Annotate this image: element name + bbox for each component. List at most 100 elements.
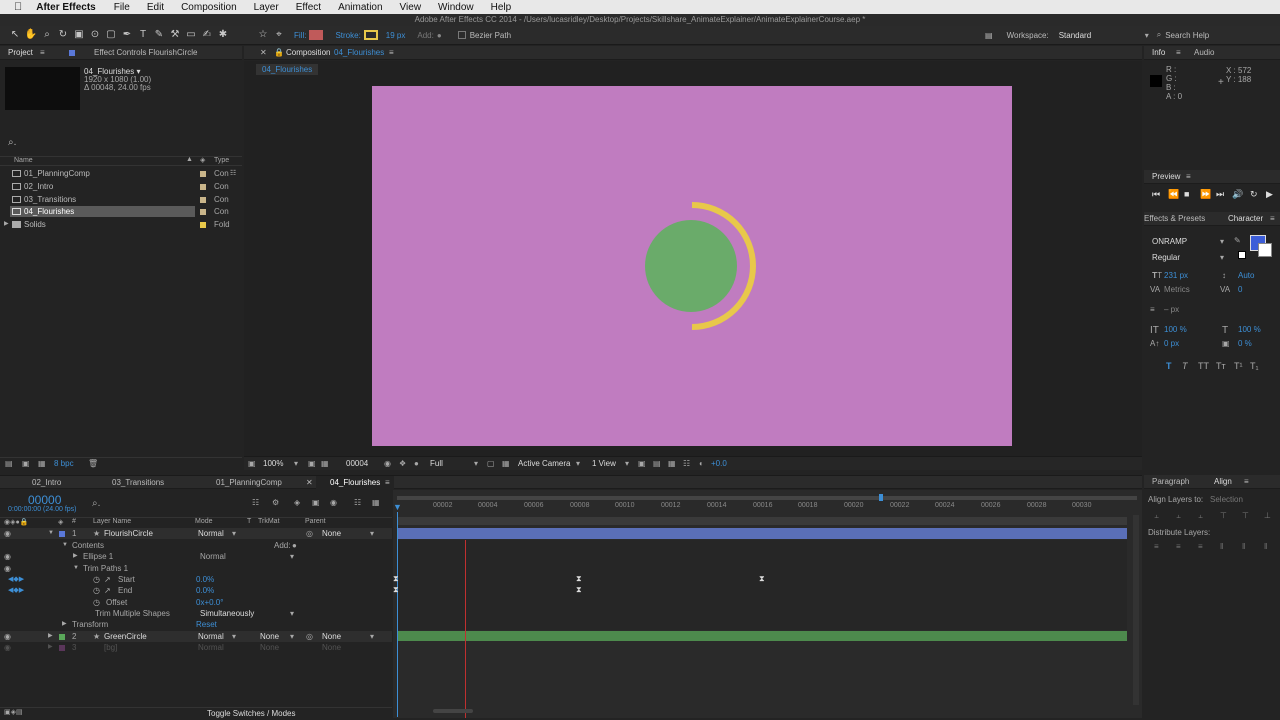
leading-value[interactable]: Auto bbox=[1238, 271, 1254, 280]
bpc-button[interactable]: 8 bpc bbox=[54, 459, 74, 468]
tab-composition-name[interactable]: 04_Flourishes bbox=[334, 46, 384, 60]
chevron-down-icon[interactable]: ▾ bbox=[232, 631, 236, 642]
faux-italic-icon[interactable]: T bbox=[1182, 361, 1188, 371]
pickwhip-icon[interactable]: ◎ bbox=[306, 528, 313, 539]
pickwhip-icon[interactable]: ◎ bbox=[306, 631, 313, 642]
apple-icon[interactable]:  bbox=[14, 1, 22, 13]
layer1-duration-bar[interactable] bbox=[397, 528, 1127, 539]
align-bottom-icon[interactable]: ⊥ bbox=[1264, 511, 1271, 520]
panel-menu-icon[interactable]: ≡ bbox=[1176, 46, 1181, 60]
property-row-contents[interactable]: ▼ Contents Add: ● bbox=[0, 540, 392, 551]
visibility-eye-icon[interactable]: ◉ bbox=[4, 563, 11, 574]
work-area-bar[interactable] bbox=[397, 496, 1137, 500]
safe-zones-icon[interactable]: ▣ bbox=[308, 457, 316, 470]
panel-menu-icon[interactable]: ≡ bbox=[1270, 212, 1275, 226]
keyframe-start-1[interactable]: ⧗ bbox=[393, 574, 399, 584]
stroke-width-value[interactable]: – px bbox=[1164, 305, 1179, 314]
flowchart-icon[interactable]: ☷ bbox=[230, 168, 236, 179]
layer-parent-select[interactable]: None bbox=[322, 642, 341, 653]
col-name[interactable]: Name bbox=[14, 157, 33, 164]
first-frame-icon[interactable]: ⏮ bbox=[1152, 189, 1160, 200]
zoom-tool-icon[interactable]: ⌕ bbox=[40, 28, 54, 42]
layer-row-greencircle[interactable]: ◉ ▶ 2 ★ GreenCircle Normal ▾ None ▾ ◎ No… bbox=[0, 631, 392, 642]
rotate-tool-icon[interactable]: ↻ bbox=[56, 28, 70, 42]
keyframe-start-3[interactable]: ⧗ bbox=[759, 574, 765, 584]
property-row-offset[interactable]: ◷ Offset 0x+0.0° bbox=[0, 597, 392, 608]
fast-previews-icon[interactable]: ▤ bbox=[653, 457, 661, 470]
add-button[interactable]: ● bbox=[292, 540, 297, 551]
blend-mode-select[interactable]: Normal bbox=[200, 551, 226, 562]
camera-snapshot-icon[interactable]: ◉ bbox=[384, 457, 391, 470]
timecode[interactable]: 00004 bbox=[346, 457, 368, 470]
current-time[interactable]: 00000 bbox=[28, 493, 61, 507]
expand-triangle-icon[interactable]: ▼ bbox=[73, 563, 79, 574]
faux-bold-icon[interactable]: T bbox=[1166, 361, 1172, 371]
green-circle[interactable] bbox=[645, 220, 737, 312]
property-row-start[interactable]: ◀◆▶ ◷ ↗ Start 0.0% bbox=[0, 574, 392, 585]
layer-mode-select[interactable]: Normal bbox=[198, 528, 224, 539]
property-value[interactable]: 0.0% bbox=[196, 574, 214, 585]
last-frame-icon[interactable]: ⏭ bbox=[1216, 189, 1224, 200]
baseline-shift-value[interactable]: 0 px bbox=[1164, 339, 1179, 348]
eraser-tool-icon[interactable]: ▭ bbox=[184, 28, 198, 42]
app-menu[interactable]: After Effects bbox=[36, 2, 95, 13]
expand-triangle-icon[interactable]: ▼ bbox=[48, 528, 54, 539]
panel-menu-icon[interactable]: ≡ bbox=[385, 476, 390, 490]
layer2-duration-bar[interactable] bbox=[397, 631, 1127, 641]
visibility-eye-icon[interactable]: ◉ bbox=[4, 551, 11, 562]
align-left-icon[interactable]: ⫠ bbox=[1154, 511, 1159, 521]
stroke-width-value[interactable]: 19 px bbox=[386, 31, 406, 40]
tsume-value[interactable]: 0 % bbox=[1238, 339, 1252, 348]
font-size-value[interactable]: 231 px bbox=[1164, 271, 1188, 280]
resolution-select[interactable]: Full bbox=[430, 457, 443, 470]
close-tab-icon[interactable]: ✕ bbox=[306, 476, 313, 490]
property-row-transform[interactable]: ▶ Transform Reset bbox=[0, 619, 392, 630]
menu-composition[interactable]: Composition bbox=[181, 2, 237, 13]
align-top-icon[interactable]: ⊤ bbox=[1220, 511, 1227, 520]
search-icon[interactable]: ⌕. bbox=[8, 137, 16, 148]
playhead-line[interactable] bbox=[397, 512, 398, 717]
chevron-down-icon[interactable]: ▾ bbox=[290, 631, 294, 642]
layer-name[interactable]: FlourishCircle bbox=[104, 528, 153, 539]
menu-edit[interactable]: Edit bbox=[147, 2, 164, 13]
camera-select[interactable]: Active Camera bbox=[518, 457, 570, 470]
grid-icon[interactable]: ▦ bbox=[321, 457, 329, 470]
stopwatch-icon[interactable]: ◷ bbox=[93, 574, 100, 585]
panel-menu-icon[interactable]: ≡ bbox=[40, 46, 45, 60]
font-family-select[interactable]: ONRAMP bbox=[1152, 237, 1187, 246]
timeline-icon[interactable]: ▦ bbox=[668, 457, 676, 470]
expand-triangle-icon[interactable]: ▼ bbox=[62, 540, 68, 551]
chevron-down-icon[interactable]: ▾ bbox=[576, 457, 580, 470]
col-trkmat[interactable]: TrkMat bbox=[258, 518, 280, 525]
hand-tool-icon[interactable]: ✋ bbox=[24, 28, 38, 42]
stopwatch-icon[interactable]: ◷ bbox=[93, 585, 100, 596]
menu-help[interactable]: Help bbox=[491, 2, 512, 13]
align-v-center-icon[interactable]: ⊤ bbox=[1242, 511, 1249, 520]
work-area-end-handle[interactable] bbox=[879, 494, 883, 501]
shy-icon[interactable]: ◈ bbox=[294, 498, 300, 507]
expand-triangle-icon[interactable]: ▶ bbox=[62, 619, 67, 630]
selection-tool-icon[interactable]: ↖ bbox=[8, 28, 22, 42]
chevron-down-icon[interactable]: ▾ bbox=[1145, 31, 1149, 40]
menu-effect[interactable]: Effect bbox=[296, 2, 321, 13]
timeline-scrollbar[interactable] bbox=[1133, 515, 1139, 705]
layer-label-swatch[interactable] bbox=[59, 645, 65, 651]
exposure-value[interactable]: +0.0 bbox=[711, 457, 727, 470]
trkmat-select[interactable]: None bbox=[260, 642, 279, 653]
audio-icon[interactable]: 🔊 bbox=[1232, 189, 1243, 200]
graph-editor-icon[interactable]: ☷ bbox=[354, 498, 361, 507]
trim-multiple-select[interactable]: Simultaneously bbox=[200, 608, 254, 619]
tab-timeline-04-flourishes[interactable]: 04_Flourishes bbox=[316, 476, 395, 490]
frame-blending-icon[interactable]: ▣ bbox=[312, 498, 320, 507]
motion-blur-icon[interactable]: ◉ bbox=[330, 498, 337, 507]
chevron-down-icon[interactable]: ▾ bbox=[1220, 237, 1224, 246]
property-value[interactable]: 0x+0.0° bbox=[196, 597, 223, 608]
keyframe-nav-icon[interactable]: ◀◆▶ bbox=[8, 574, 24, 585]
trkmat-select[interactable]: None bbox=[260, 631, 279, 642]
chevron-down-icon[interactable]: ▾ bbox=[370, 631, 374, 642]
menu-animation[interactable]: Animation bbox=[338, 2, 382, 13]
new-folder-icon[interactable]: ▣ bbox=[22, 459, 30, 468]
brainstorm-icon[interactable]: ▦ bbox=[372, 498, 380, 507]
distribute-left-icon[interactable]: ‖ bbox=[1220, 542, 1223, 551]
comp-mini-flowchart-icon[interactable]: ☷ bbox=[252, 498, 259, 507]
